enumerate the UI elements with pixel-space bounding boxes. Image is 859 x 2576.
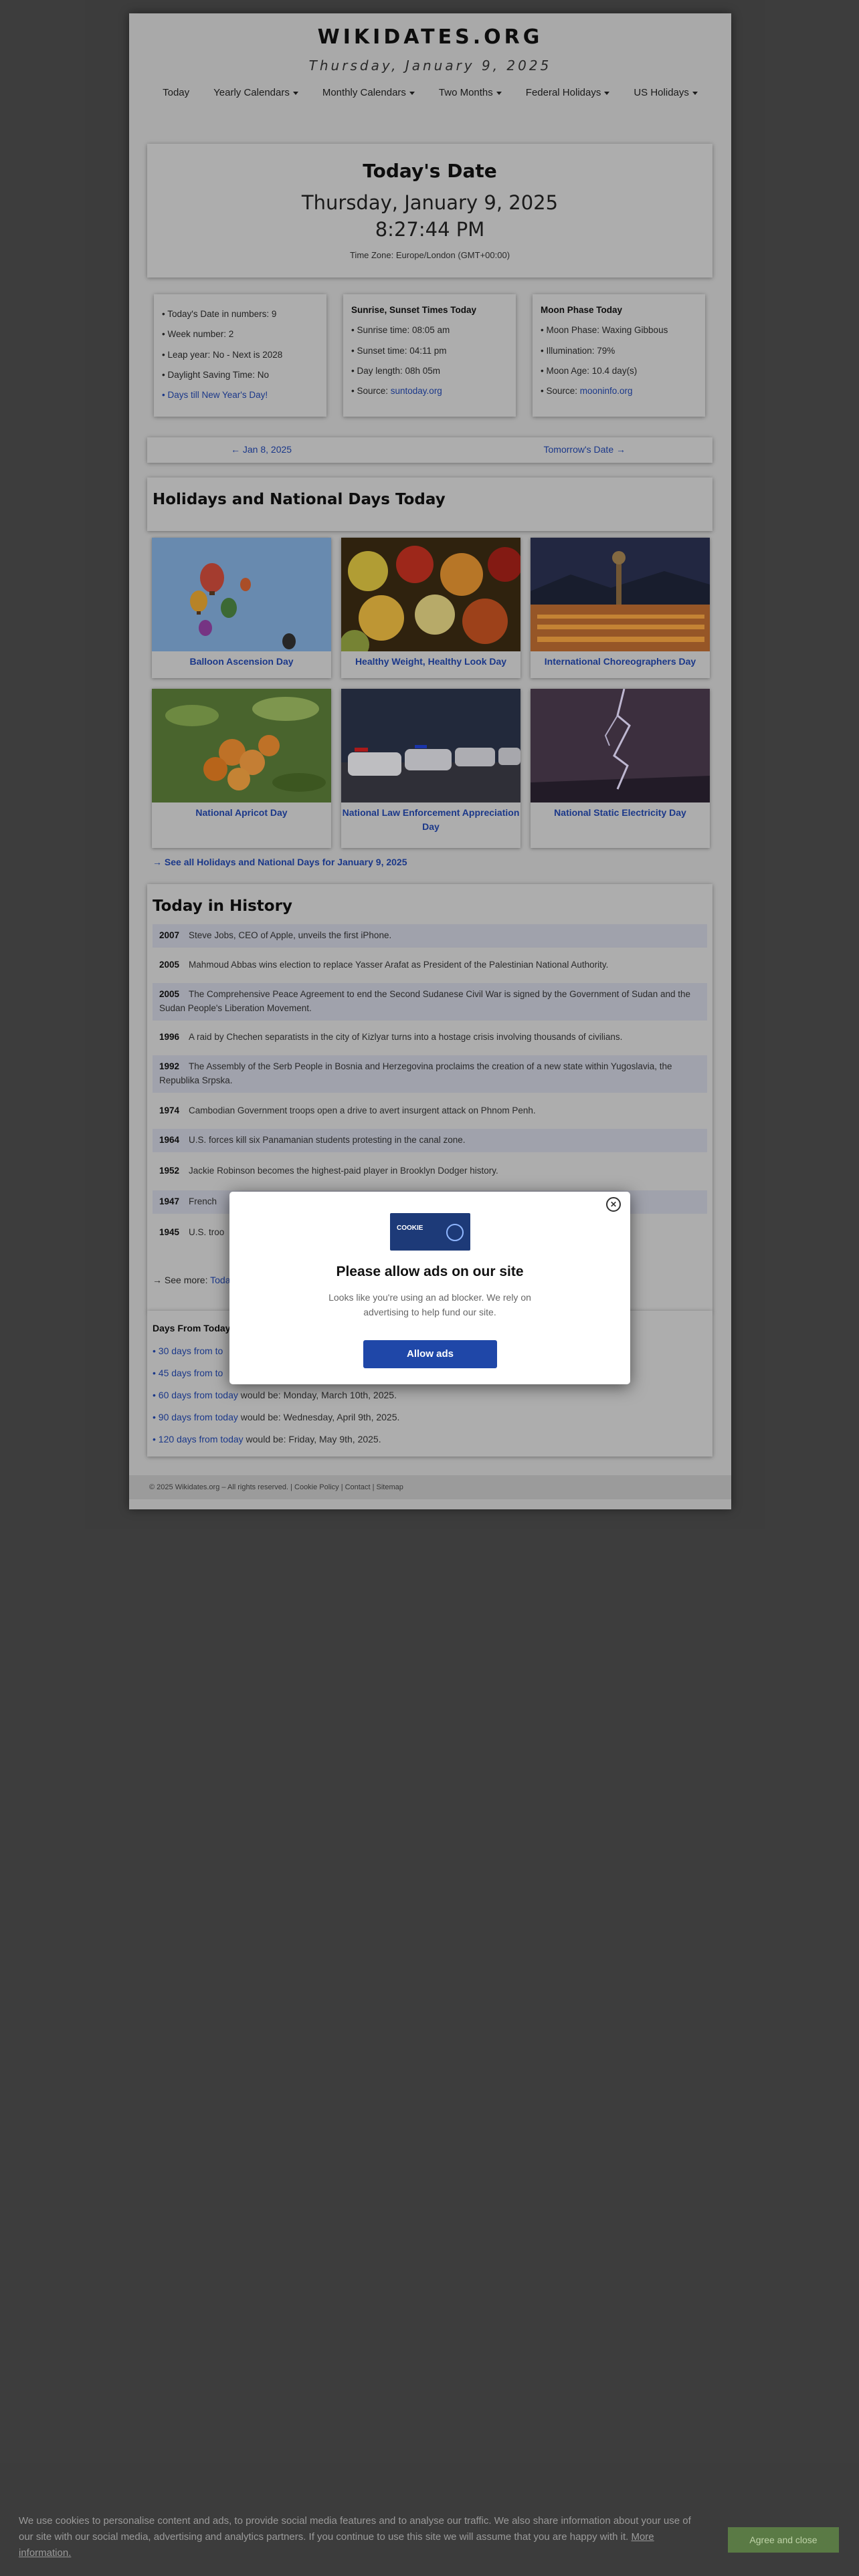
close-icon[interactable]: ✕ bbox=[606, 1197, 621, 1212]
allow-ads-button[interactable]: Allow ads bbox=[363, 1340, 497, 1368]
cookie-bar: We use cookies to personalise content an… bbox=[0, 2501, 859, 2576]
modal-title: Please allow ads on our site bbox=[336, 1264, 524, 1279]
adblock-modal: ✕ COOKIE Please allow ads on our site Lo… bbox=[229, 1192, 630, 1384]
cookie-text: We use cookies to personalise content an… bbox=[19, 2515, 691, 2543]
logo-ring-icon bbox=[446, 1224, 464, 1241]
agree-and-close-button[interactable]: Agree and close bbox=[728, 2527, 839, 2553]
cookie-logo: COOKIE bbox=[390, 1213, 470, 1251]
logo-text: COOKIE bbox=[397, 1224, 423, 1232]
cookie-text-block: We use cookies to personalise content an… bbox=[19, 2513, 701, 2561]
modal-body: Looks like you're using an ad blocker. W… bbox=[328, 1292, 531, 1317]
